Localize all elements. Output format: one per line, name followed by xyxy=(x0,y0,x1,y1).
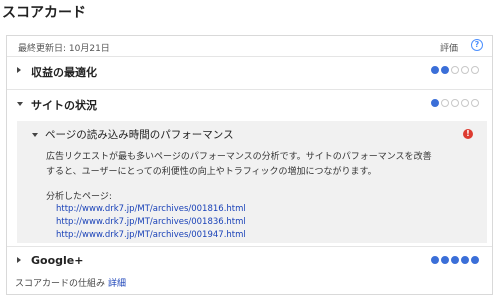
score-dot-empty xyxy=(461,66,469,74)
description-line: 広告リクエストが最も多いページのパフォーマンスの分析です。サイトのパフォーマンス… xyxy=(46,152,432,162)
section-label[interactable]: Google+ xyxy=(31,254,83,267)
help-icon[interactable]: ? xyxy=(471,39,483,51)
subsection-title[interactable]: ページの読み込み時間のパフォーマンス xyxy=(45,127,234,142)
collapse-arrow-icon[interactable] xyxy=(17,102,23,106)
analyzed-page-link[interactable]: http://www.drk7.jp/MT/archives/001836.ht… xyxy=(56,217,246,227)
score-dot-empty xyxy=(471,99,479,107)
section-label[interactable]: 収益の最適化 xyxy=(31,64,97,80)
section-site-health[interactable]: サイトの状況 xyxy=(7,89,492,118)
section-revenue-optimization[interactable]: 収益の最適化 xyxy=(7,56,492,85)
scorecard-page: スコアカード 最終更新日: 10月21日 評価 ? 収益の最適化 サイトの状況 … xyxy=(0,0,500,302)
subsection-description: 広告リクエストが最も多いページのパフォーマンスの分析です。サイトのパフォーマンス… xyxy=(46,150,471,180)
section-label[interactable]: サイトの状況 xyxy=(31,97,97,113)
score-dot-filled xyxy=(431,99,439,107)
footer-text: スコアカードの仕組み xyxy=(15,279,106,289)
score-dots xyxy=(431,256,479,264)
score-dot-filled xyxy=(461,256,469,264)
score-dot-filled xyxy=(431,66,439,74)
footer: スコアカードの仕組み 詳細 xyxy=(15,276,126,289)
rating-label: 評価 xyxy=(439,44,458,54)
meta-row: 最終更新日: 10月21日 評価 ? xyxy=(7,36,492,56)
scorecard-panel: 最終更新日: 10月21日 評価 ? 収益の最適化 サイトの状況 ページの読み込… xyxy=(6,35,493,295)
score-dot-empty xyxy=(441,99,449,107)
score-dot-empty xyxy=(461,99,469,107)
score-dot-empty xyxy=(471,66,479,74)
score-dot-filled xyxy=(471,256,479,264)
score-dot-filled xyxy=(431,256,439,264)
analyzed-pages-label: 分析したページ: xyxy=(46,192,112,202)
analyzed-page-link[interactable]: http://www.drk7.jp/MT/archives/001816.ht… xyxy=(56,204,246,214)
score-dot-filled xyxy=(441,66,449,74)
score-dot-empty xyxy=(451,99,459,107)
description-line: すると、ユーザーにとっての利便性の向上やトラフィックの増加につながります。 xyxy=(46,167,377,177)
collapse-arrow-icon[interactable] xyxy=(32,133,38,137)
expand-arrow-icon[interactable] xyxy=(17,257,21,263)
details-link[interactable]: 詳細 xyxy=(108,279,126,289)
page-load-performance-panel: ページの読み込み時間のパフォーマンス ! 広告リクエストが最も多いページのパフォ… xyxy=(17,121,487,243)
score-dot-filled xyxy=(441,256,449,264)
expand-arrow-icon[interactable] xyxy=(17,67,21,73)
score-dot-filled xyxy=(451,256,459,264)
last-updated-text: 最終更新日: 10月21日 xyxy=(18,44,110,54)
score-dots xyxy=(431,99,479,107)
section-google-plus[interactable]: Google+ xyxy=(7,246,492,275)
alert-icon: ! xyxy=(463,129,473,139)
score-dots xyxy=(431,66,479,74)
analyzed-page-link[interactable]: http://www.drk7.jp/MT/archives/001947.ht… xyxy=(56,230,246,240)
score-dot-empty xyxy=(451,66,459,74)
page-title: スコアカード xyxy=(2,5,86,21)
